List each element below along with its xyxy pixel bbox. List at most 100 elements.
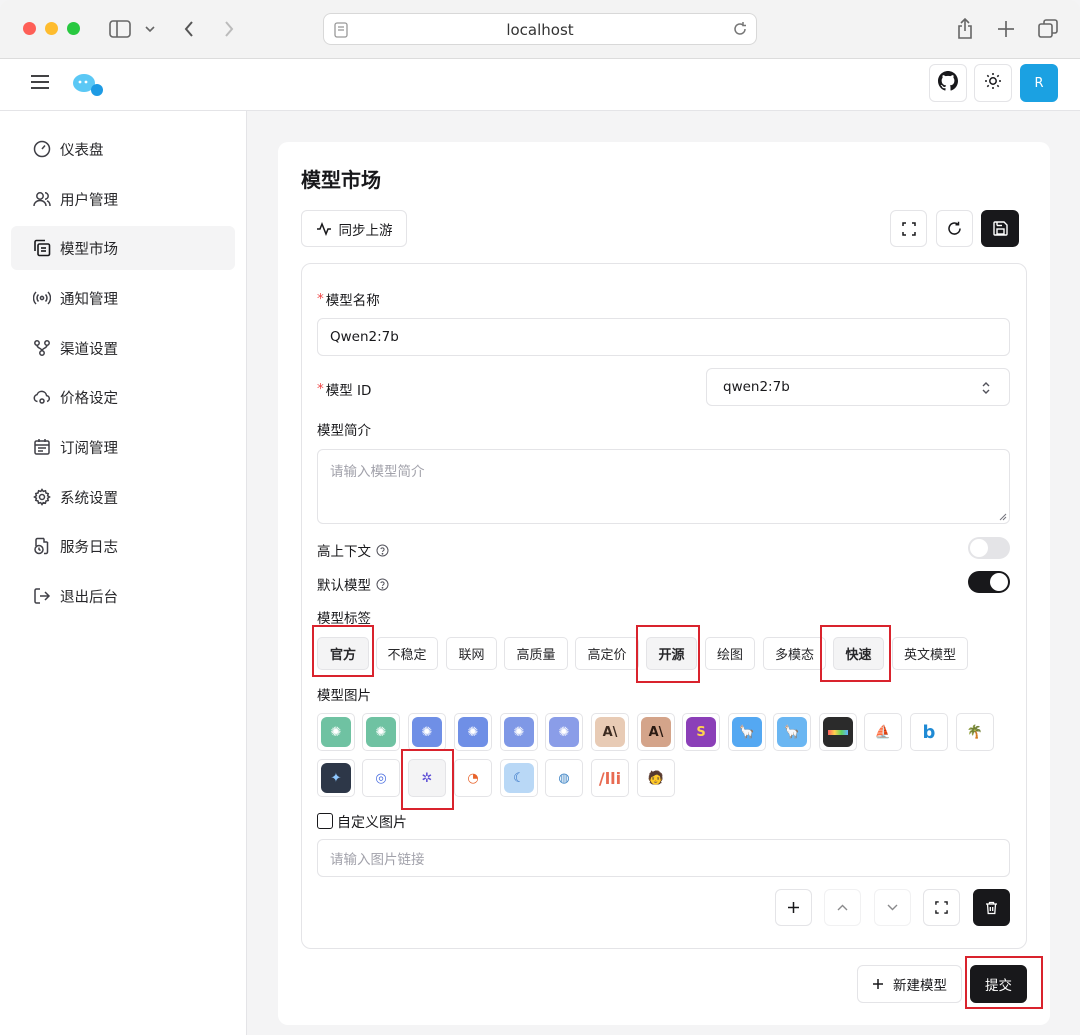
plus-icon	[873, 979, 883, 989]
gemini-dark-beta-icon[interactable]: ✦	[317, 759, 355, 797]
qwen-icon[interactable]: ✲	[408, 759, 446, 797]
llama-light-icon[interactable]: 🦙	[773, 713, 811, 751]
openai-blue-icon[interactable]: ✺	[408, 713, 446, 751]
theme-toggle-button[interactable]	[974, 64, 1012, 102]
save-icon	[992, 221, 1008, 236]
submit-button[interactable]: 提交	[970, 965, 1027, 1003]
sidebar-item-logout[interactable]: 退出后台	[11, 574, 235, 618]
file-clock-icon	[34, 537, 49, 555]
openai-green-icon[interactable]: ✺	[317, 713, 355, 751]
new-model-button[interactable]: 新建模型	[857, 965, 962, 1003]
maximize-window-button[interactable]	[67, 22, 80, 35]
sailboat-icon[interactable]: ⛵	[864, 713, 902, 751]
sync-upstream-label: 同步上游	[338, 222, 393, 239]
sync-upstream-button[interactable]: 同步上游	[301, 210, 407, 247]
sidebar-item-service-logs[interactable]: 服务日志	[11, 524, 235, 568]
tag-english-model[interactable]: 英文模型	[892, 637, 968, 670]
model-desc-textarea[interactable]: 请输入模型简介	[317, 449, 1010, 524]
minimax-icon[interactable]: /lli	[591, 759, 629, 797]
tag-online[interactable]: 联网	[446, 637, 497, 670]
app-logo[interactable]	[70, 71, 106, 99]
add-button[interactable]	[775, 889, 812, 926]
calendar-icon	[34, 439, 50, 455]
sidebar-item-notifications[interactable]: 通知管理	[11, 276, 235, 320]
custom-image-checkbox[interactable]	[317, 813, 333, 829]
chatglm-icon[interactable]: ◎	[362, 759, 400, 797]
model-name-input[interactable]: Qwen2:7b	[317, 318, 1010, 356]
avatar[interactable]: R	[1020, 64, 1058, 102]
fullscreen-button[interactable]	[890, 210, 927, 247]
tag-multimodal[interactable]: 多模态	[763, 637, 826, 670]
app-header: R	[0, 59, 1080, 111]
sidebar-item-label: 渠道设置	[60, 341, 118, 358]
image-url-input[interactable]: 请输入图片链接	[317, 839, 1010, 877]
sidebar-item-pricing[interactable]: 价格设定	[11, 375, 235, 419]
tag-high-price[interactable]: 高定价	[575, 637, 639, 670]
forward-icon[interactable]	[216, 16, 242, 42]
reload-icon[interactable]	[732, 21, 748, 41]
move-down-button[interactable]	[874, 889, 911, 926]
github-button[interactable]	[929, 64, 967, 102]
save-button[interactable]	[981, 210, 1019, 247]
openai-blue-beta-icon[interactable]: ✺	[454, 713, 492, 751]
sidebar-item-channels[interactable]: 渠道设置	[11, 326, 235, 370]
chevron-down-icon[interactable]	[140, 16, 160, 42]
moon-icon[interactable]: ☾	[500, 759, 538, 797]
openai-periwinkle-icon[interactable]: ✺	[500, 713, 538, 751]
sidebar-item-system-settings[interactable]: 系统设置	[11, 475, 235, 519]
spark-icon[interactable]: ◔	[454, 759, 492, 797]
menu-icon[interactable]	[30, 74, 52, 96]
high-context-toggle[interactable]	[968, 537, 1010, 559]
chevron-up-icon	[837, 904, 848, 911]
stable-diffusion-icon[interactable]: S	[682, 713, 720, 751]
character-avatar-icon[interactable]: 🧑	[637, 759, 675, 797]
sidebar-item-users[interactable]: 用户管理	[11, 177, 235, 221]
chevron-up-down-icon	[982, 382, 990, 394]
rainbow-bar-icon[interactable]	[819, 713, 857, 751]
default-model-label: 默认模型	[317, 574, 389, 594]
tag-fast[interactable]: 快速	[833, 637, 884, 670]
browser-chrome: localhost	[0, 0, 1080, 59]
model-id-select[interactable]: qwen2:7b	[706, 368, 1010, 406]
tab-overview-icon[interactable]	[1035, 16, 1061, 42]
openai-periwinkle-alt-icon[interactable]: ✺	[545, 713, 583, 751]
help-circle-icon[interactable]	[376, 578, 389, 591]
sidebar-item-label: 系统设置	[60, 490, 118, 507]
sidebar-toggle-icon[interactable]	[107, 16, 133, 42]
tag-unstable[interactable]: 不稳定	[376, 637, 438, 670]
delete-button[interactable]	[973, 889, 1010, 926]
anthropic-light-icon[interactable]: A\	[591, 713, 629, 751]
default-model-toggle[interactable]	[968, 571, 1010, 593]
llama-blue-icon[interactable]: 🦙	[728, 713, 766, 751]
expand-icon	[901, 221, 916, 236]
openai-green-beta-icon[interactable]: ✺	[362, 713, 400, 751]
tag-drawing[interactable]: 绘图	[705, 637, 755, 670]
hunyuan-icon[interactable]: ◍	[545, 759, 583, 797]
sidebar-item-label: 订阅管理	[60, 440, 118, 457]
palm-tree-icon[interactable]: 🌴	[956, 713, 994, 751]
new-model-label: 新建模型	[893, 978, 947, 994]
tag-open-source[interactable]: 开源	[646, 637, 697, 670]
model-images-label: 模型图片	[317, 688, 371, 704]
tag-official[interactable]: 官方	[317, 637, 369, 670]
expand-button[interactable]	[923, 889, 960, 926]
share-icon[interactable]	[952, 16, 978, 42]
resize-handle-icon[interactable]	[999, 513, 1007, 521]
anthropic-dark-icon[interactable]: A\	[637, 713, 675, 751]
back-icon[interactable]	[176, 16, 202, 42]
move-up-button[interactable]	[824, 889, 861, 926]
new-tab-icon[interactable]	[993, 16, 1019, 42]
high-context-label: 高上下文	[317, 540, 389, 560]
page-title: 模型市场	[301, 168, 381, 192]
submit-label: 提交	[985, 978, 1012, 994]
help-circle-icon[interactable]	[376, 544, 389, 557]
sidebar-item-model-market[interactable]: 模型市场	[11, 226, 235, 270]
minimize-window-button[interactable]	[45, 22, 58, 35]
sidebar-item-subscriptions[interactable]: 订阅管理	[11, 425, 235, 469]
tag-high-quality[interactable]: 高质量	[504, 637, 568, 670]
refresh-button[interactable]	[936, 210, 973, 247]
address-bar[interactable]: localhost	[323, 13, 757, 45]
sidebar-item-dashboard[interactable]: 仪表盘	[11, 127, 235, 171]
close-window-button[interactable]	[23, 22, 36, 35]
bing-icon[interactable]: b	[910, 713, 948, 751]
